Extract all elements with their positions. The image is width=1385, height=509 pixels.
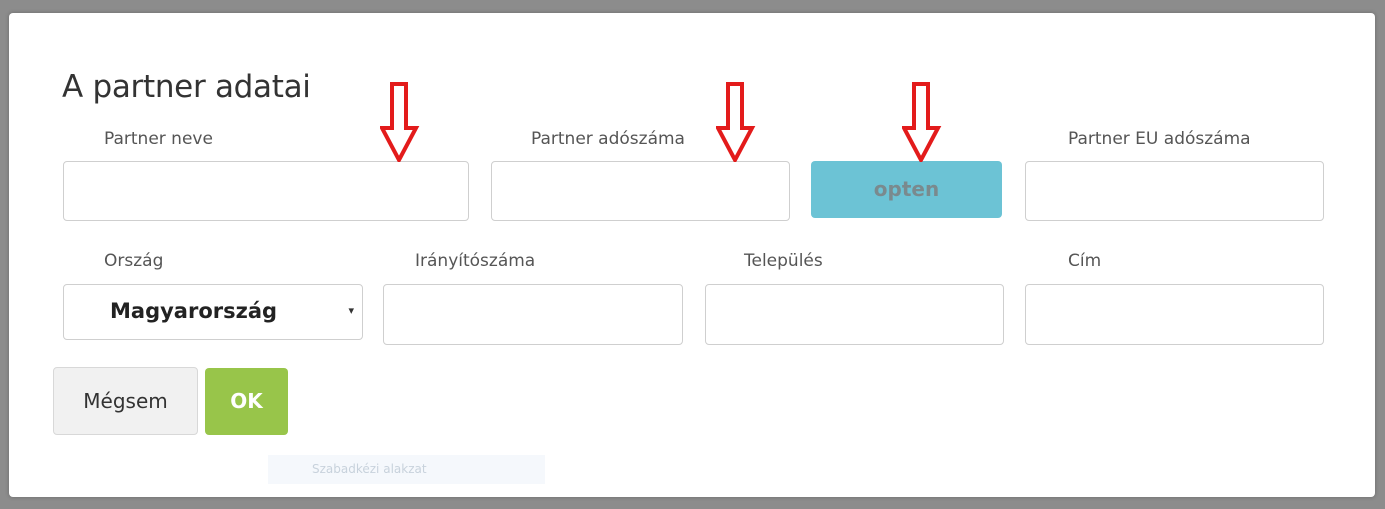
- partner-dialog: A partner adatai Partner neve Partner ad…: [9, 13, 1375, 497]
- dialog-title: A partner adatai: [62, 69, 311, 105]
- zip-input[interactable]: [383, 284, 683, 345]
- city-input[interactable]: [705, 284, 1004, 345]
- address-label: Cím: [1068, 251, 1102, 271]
- zip-label: Irányítószáma: [415, 251, 536, 271]
- country-select-value: Magyarország: [110, 299, 278, 323]
- partner-name-label: Partner neve: [104, 129, 213, 149]
- chevron-down-icon: ▾: [348, 304, 354, 317]
- opten-button[interactable]: opten: [811, 161, 1002, 218]
- background-shape-label: Szabadkézi alakzat: [268, 455, 545, 484]
- address-input[interactable]: [1025, 284, 1324, 345]
- country-select[interactable]: Magyarország ▾: [63, 284, 363, 340]
- partner-eu-tax-label: Partner EU adószáma: [1068, 129, 1251, 149]
- annotation-down-arrow-icon: [716, 82, 756, 162]
- annotation-down-arrow-icon: [902, 82, 942, 162]
- partner-eu-tax-input[interactable]: [1025, 161, 1324, 221]
- partner-name-input[interactable]: [63, 161, 469, 221]
- ok-button[interactable]: OK: [205, 368, 288, 435]
- country-label: Ország: [104, 251, 164, 271]
- partner-tax-label: Partner adószáma: [531, 129, 685, 149]
- partner-tax-input[interactable]: [491, 161, 790, 221]
- annotation-down-arrow-icon: [380, 82, 420, 162]
- cancel-button[interactable]: Mégsem: [53, 367, 198, 435]
- city-label: Település: [744, 251, 823, 271]
